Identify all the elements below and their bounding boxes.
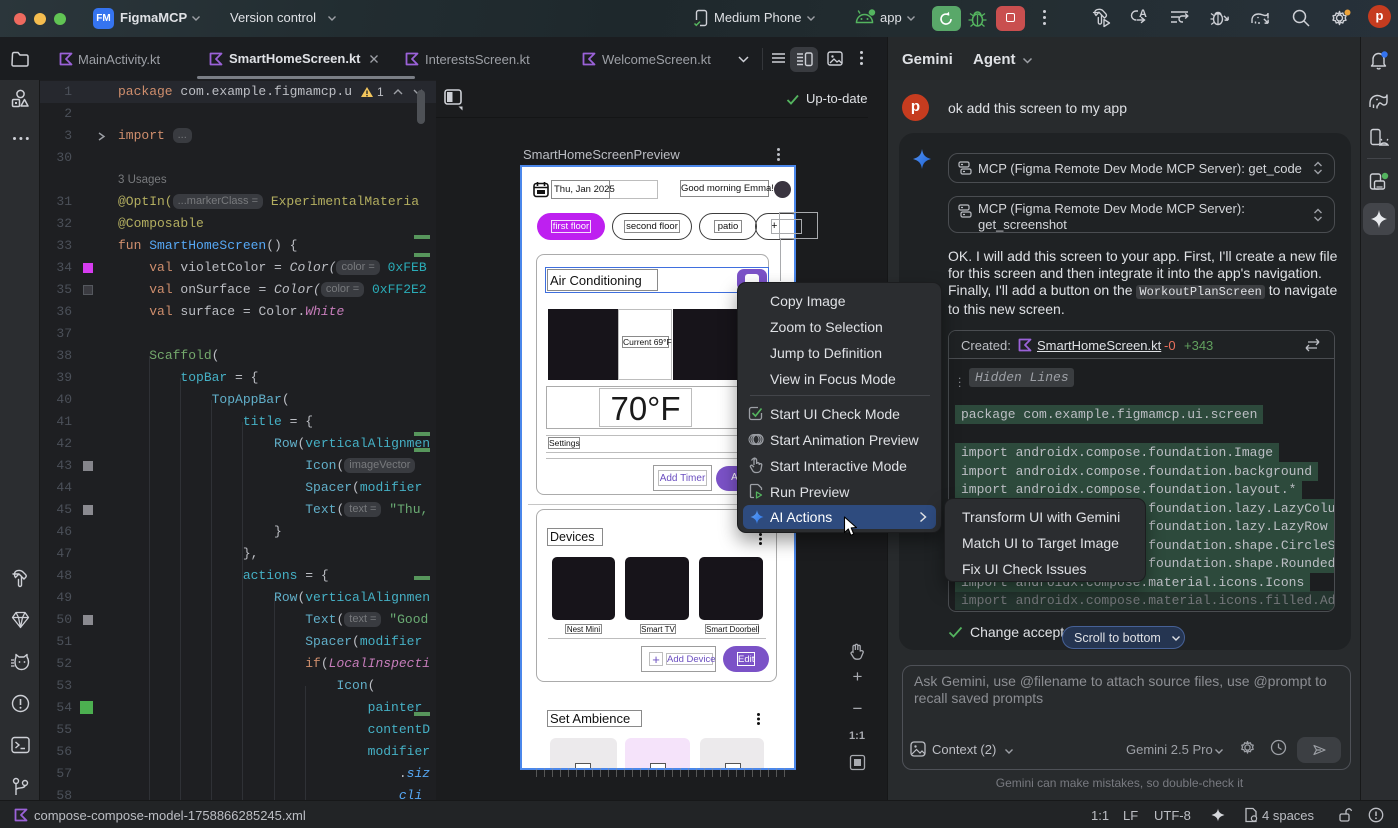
svg-text:A: A (1139, 8, 1147, 20)
